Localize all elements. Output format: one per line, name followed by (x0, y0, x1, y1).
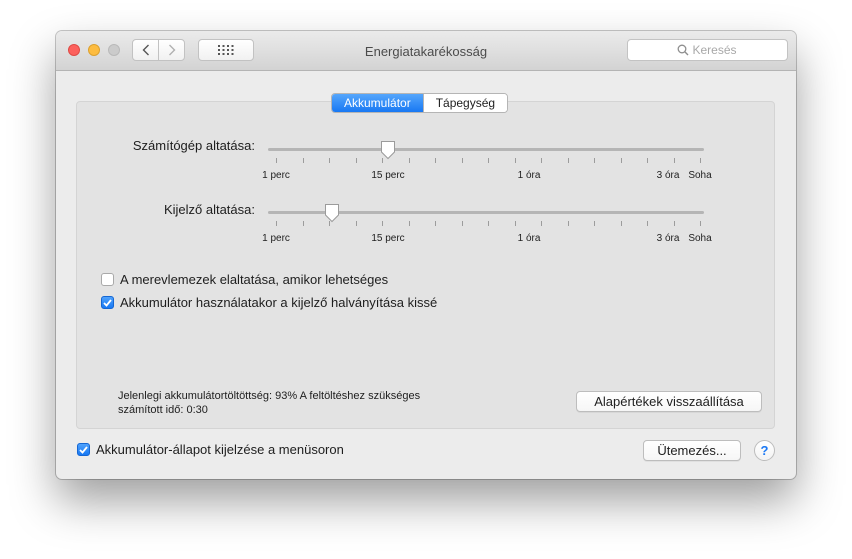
search-input[interactable] (692, 43, 739, 57)
slider-tick (567, 158, 569, 163)
preferences-window: Energiatakarékosság Akkumulátor Tápegysé… (56, 31, 796, 479)
restore-defaults-button[interactable]: Alapértékek visszaállítása (576, 391, 762, 412)
tick-label: 15 perc (371, 170, 405, 181)
tick-label: Soha (688, 233, 712, 244)
slider-track (268, 148, 704, 151)
tick-label: Soha (688, 170, 712, 181)
computer-sleep-label: Számítógép altatása: (132, 138, 255, 153)
slider-tick (620, 221, 622, 226)
slider-tick (700, 158, 701, 163)
schedule-button[interactable]: Ütemezés... (643, 440, 741, 461)
checkmark-icon (103, 298, 112, 307)
power-source-tabs: Akkumulátor Tápegység (331, 93, 509, 113)
dim-display-option[interactable]: Akkumulátor használatakor a kijelző halv… (101, 295, 437, 310)
tick-label: 15 perc (371, 233, 405, 244)
slider-tick (673, 221, 675, 226)
tab-power-adapter[interactable]: Tápegység (422, 94, 508, 112)
tick-label: 3 óra (656, 170, 680, 181)
help-button[interactable]: ? (754, 440, 775, 461)
sleep-disks-option[interactable]: A merevlemezek elaltatása, amikor lehets… (101, 272, 388, 287)
title-bar: Energiatakarékosság (56, 31, 796, 71)
slider-tick (488, 221, 489, 226)
slider-tick (329, 158, 330, 163)
sleep-disks-checkbox[interactable] (101, 273, 114, 286)
slider-tick (514, 158, 516, 163)
slider-tick (435, 158, 436, 163)
slider-tick (461, 158, 463, 163)
dim-display-checkbox[interactable] (101, 296, 114, 309)
checkmark-icon (79, 445, 88, 454)
tick-label: 3 óra (656, 233, 680, 244)
tick-label: 1 perc (262, 233, 290, 244)
dim-display-label: Akkumulátor használatakor a kijelző halv… (120, 295, 438, 310)
sleep-disks-label: A merevlemezek elaltatása, amikor lehets… (120, 272, 389, 287)
show-battery-status-label: Akkumulátor-állapot kijelzése a menüsoro… (96, 442, 344, 457)
slider-tick (594, 221, 595, 226)
slider-tick (567, 221, 569, 226)
slider-tick (408, 221, 410, 226)
tab-battery[interactable]: Akkumulátor (332, 94, 423, 112)
slider-tick (673, 158, 675, 163)
slider-tick (302, 221, 304, 226)
tick-label: 1 óra (517, 233, 541, 244)
slider-tick (302, 158, 304, 163)
slider-tick (276, 221, 277, 226)
show-battery-status-checkbox[interactable] (77, 443, 90, 456)
slider-tick (355, 221, 357, 226)
battery-status-line: Jelenlegi akkumulátortöltöttség: 93% A f… (118, 390, 421, 402)
slider-tick (700, 221, 701, 226)
slider-tick (276, 158, 277, 163)
slider-tick (461, 221, 463, 226)
slider-tick (647, 221, 648, 226)
battery-status: Jelenlegi akkumulátortöltöttség: 93% A f… (118, 389, 478, 417)
computer-sleep-slider[interactable]: 1 perc 15 perc 1 óra 3 óra Soha (262, 140, 712, 181)
show-battery-status-option[interactable]: Akkumulátor-állapot kijelzése a menüsoro… (77, 442, 344, 457)
display-sleep-slider[interactable]: 1 perc 15 perc 1 óra 3 óra Soha (262, 203, 712, 244)
slider-tick (382, 221, 383, 226)
slider-thumb[interactable] (324, 203, 340, 223)
search-icon (677, 44, 688, 56)
tick-label: 1 perc (262, 170, 290, 181)
slider-tick (355, 158, 357, 163)
slider-tick (408, 158, 410, 163)
slider-thumb[interactable] (380, 140, 396, 160)
battery-status-line: számított idő: 0:30 (118, 404, 208, 416)
slider-tick (541, 221, 542, 226)
slider-tick (594, 158, 595, 163)
slider-tick (435, 221, 436, 226)
slider-tick (541, 158, 542, 163)
display-sleep-label: Kijelző altatása: (163, 202, 255, 217)
search-field[interactable] (627, 39, 788, 61)
slider-tick (514, 221, 516, 226)
slider-tick (647, 158, 648, 163)
slider-tick (620, 158, 622, 163)
tick-label: 1 óra (517, 170, 541, 181)
slider-tick (488, 158, 489, 163)
